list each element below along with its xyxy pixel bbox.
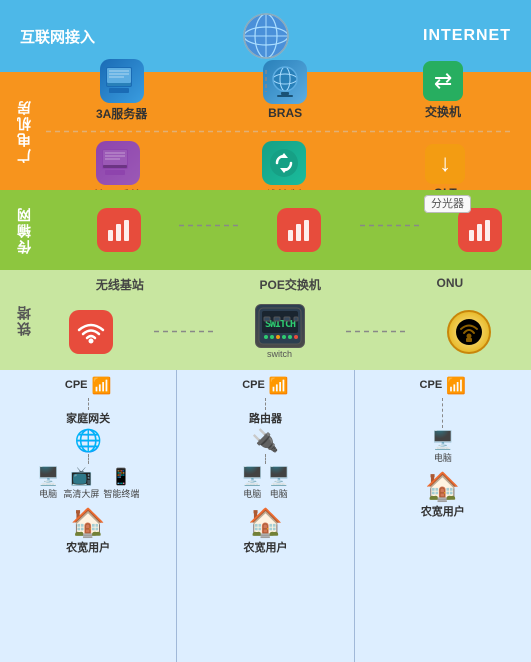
cpe-wifi-1: 📶 (92, 376, 112, 396)
devices-row-1: 🖥️ 电脑 📺 高清大屏 📱 智能终端 (37, 466, 139, 500)
olt-arrow: ↓ (439, 150, 451, 178)
wifi-base-svg (75, 316, 107, 348)
switch-arrows: ⇄ (434, 68, 452, 94)
phone-label-1: 智能终端 (103, 487, 139, 500)
poe-switch-icon: SWITCH (255, 304, 305, 359)
switch-machine-label: 交换机 (425, 103, 461, 120)
user-label-1: 农宽用户 (66, 539, 110, 555)
v-line-4 (265, 454, 266, 464)
manage-svg (100, 145, 136, 181)
onu-svg (454, 317, 484, 347)
trans-dashed-1 (179, 224, 239, 227)
computer-icon-3: 🖥️ 电脑 (267, 466, 289, 500)
user-label-3: 农宽用户 (421, 503, 465, 519)
onu-label: ONU (437, 276, 464, 293)
v-line-5 (442, 398, 443, 428)
bar-chart-1 (105, 216, 133, 244)
internet-row-label: 互联网接入 (20, 26, 95, 47)
trans-dashed-2 (360, 224, 420, 227)
cpe-wifi-2: 📶 (269, 376, 289, 396)
onu-icon (447, 310, 491, 354)
transport-row: 传输网 分光器 (0, 190, 531, 270)
user-col-1: CPE 📶 家庭网关 🌐 🖥️ 电脑 📺 高清大屏 (0, 370, 177, 662)
broadcast-label: 广电机房 (10, 99, 38, 163)
computer-icon-4: 🖥️ 电脑 (432, 430, 454, 464)
house-area-1: 🏠 农宽用户 (66, 506, 110, 555)
house-area-2: 🏠 农宽用户 (243, 506, 287, 555)
devices-row-2: 🖥️ 电脑 🖥️ 电脑 (241, 466, 290, 500)
splitter-label: 分光器 (424, 195, 471, 213)
internet-text-label: INTERNET (423, 27, 511, 44)
computer-label-4: 电脑 (434, 451, 452, 464)
computer-icon-1: 🖥️ 电脑 (37, 466, 59, 500)
trans-icon-2 (277, 208, 321, 252)
3a-server-icon: 3A服务器 (96, 59, 147, 122)
broadcast-h-dashed (46, 130, 513, 133)
computer-label-3: 电脑 (270, 487, 288, 500)
3a-server-label: 3A服务器 (96, 105, 147, 122)
gateway-label-1: 家庭网关 (66, 410, 110, 426)
devices-row-3: 🖥️ 电脑 (432, 430, 454, 464)
wifi-base-label: 无线基站 (96, 276, 144, 293)
tower-dashed-2 (346, 330, 406, 333)
v-line-2 (88, 454, 89, 464)
switch-machine-icon: ⇄ 交换机 (423, 61, 463, 120)
gateway-icon-1: 🌐 (74, 428, 101, 454)
bras-svg (267, 64, 303, 100)
bar-chart-3 (466, 216, 494, 244)
house-icon-1: 🏠 (71, 506, 106, 539)
tower-label: 铁塔 (10, 304, 38, 336)
router-icon-2: 🔌 (252, 428, 279, 454)
cpe-label-3: CPE (420, 379, 443, 391)
users-row: CPE 📶 家庭网关 🌐 🖥️ 电脑 📺 高清大屏 (0, 370, 531, 662)
trans-icon-1 (97, 208, 141, 252)
switch-svg: SWITCH (258, 307, 302, 345)
bras-icon: BRAS (263, 60, 307, 120)
network-diagram: 互联网接入 INTERNET 广电机房 (0, 0, 531, 662)
wifi-ctrl-svg (266, 145, 302, 181)
internet-connector-line (265, 70, 267, 92)
bras-label: BRAS (268, 106, 302, 120)
trans-icon-3 (458, 208, 502, 252)
cpe-label-1: CPE (65, 379, 88, 391)
computer-label-2: 电脑 (243, 487, 261, 500)
v-line-1 (88, 398, 89, 410)
poe-label: POE交换机 (260, 276, 321, 293)
transport-label: 传输网 (10, 206, 38, 254)
user-col-3: CPE 📶 🖥️ 电脑 🏠 农宽用户 (355, 370, 531, 662)
computer-icon-2: 🖥️ 电脑 (241, 466, 263, 500)
tv-label-1: 高清大屏 (63, 487, 99, 500)
router-label-2: 路由器 (249, 410, 282, 426)
user-col-2: CPE 📶 路由器 🔌 🖥️ 电脑 🖥️ 电脑 (177, 370, 354, 662)
cpe-wifi-3: 📶 (446, 376, 466, 396)
wifi-base-icon (69, 310, 113, 354)
switch-sub-label: switch (267, 349, 292, 359)
tower-dashed-1 (154, 330, 214, 333)
3a-server-svg (104, 63, 140, 99)
user-section: CPE 📶 家庭网关 🌐 🖥️ 电脑 📺 高清大屏 (0, 370, 531, 662)
computer-label-1: 电脑 (39, 487, 57, 500)
v-line-3 (265, 398, 266, 410)
user-label-2: 农宽用户 (243, 539, 287, 555)
tower-row: 铁塔 无线基站 POE交换机 ONU (0, 270, 531, 370)
phone-icon-1: 📱 智能终端 (103, 467, 139, 500)
house-area-3: 🏠 农宽用户 (421, 470, 465, 519)
house-icon-3: 🏠 (425, 470, 460, 503)
tv-icon-1: 📺 高清大屏 (63, 466, 99, 500)
bar-chart-2 (285, 216, 313, 244)
house-icon-2: 🏠 (248, 506, 283, 539)
cpe-label-2: CPE (242, 379, 265, 391)
